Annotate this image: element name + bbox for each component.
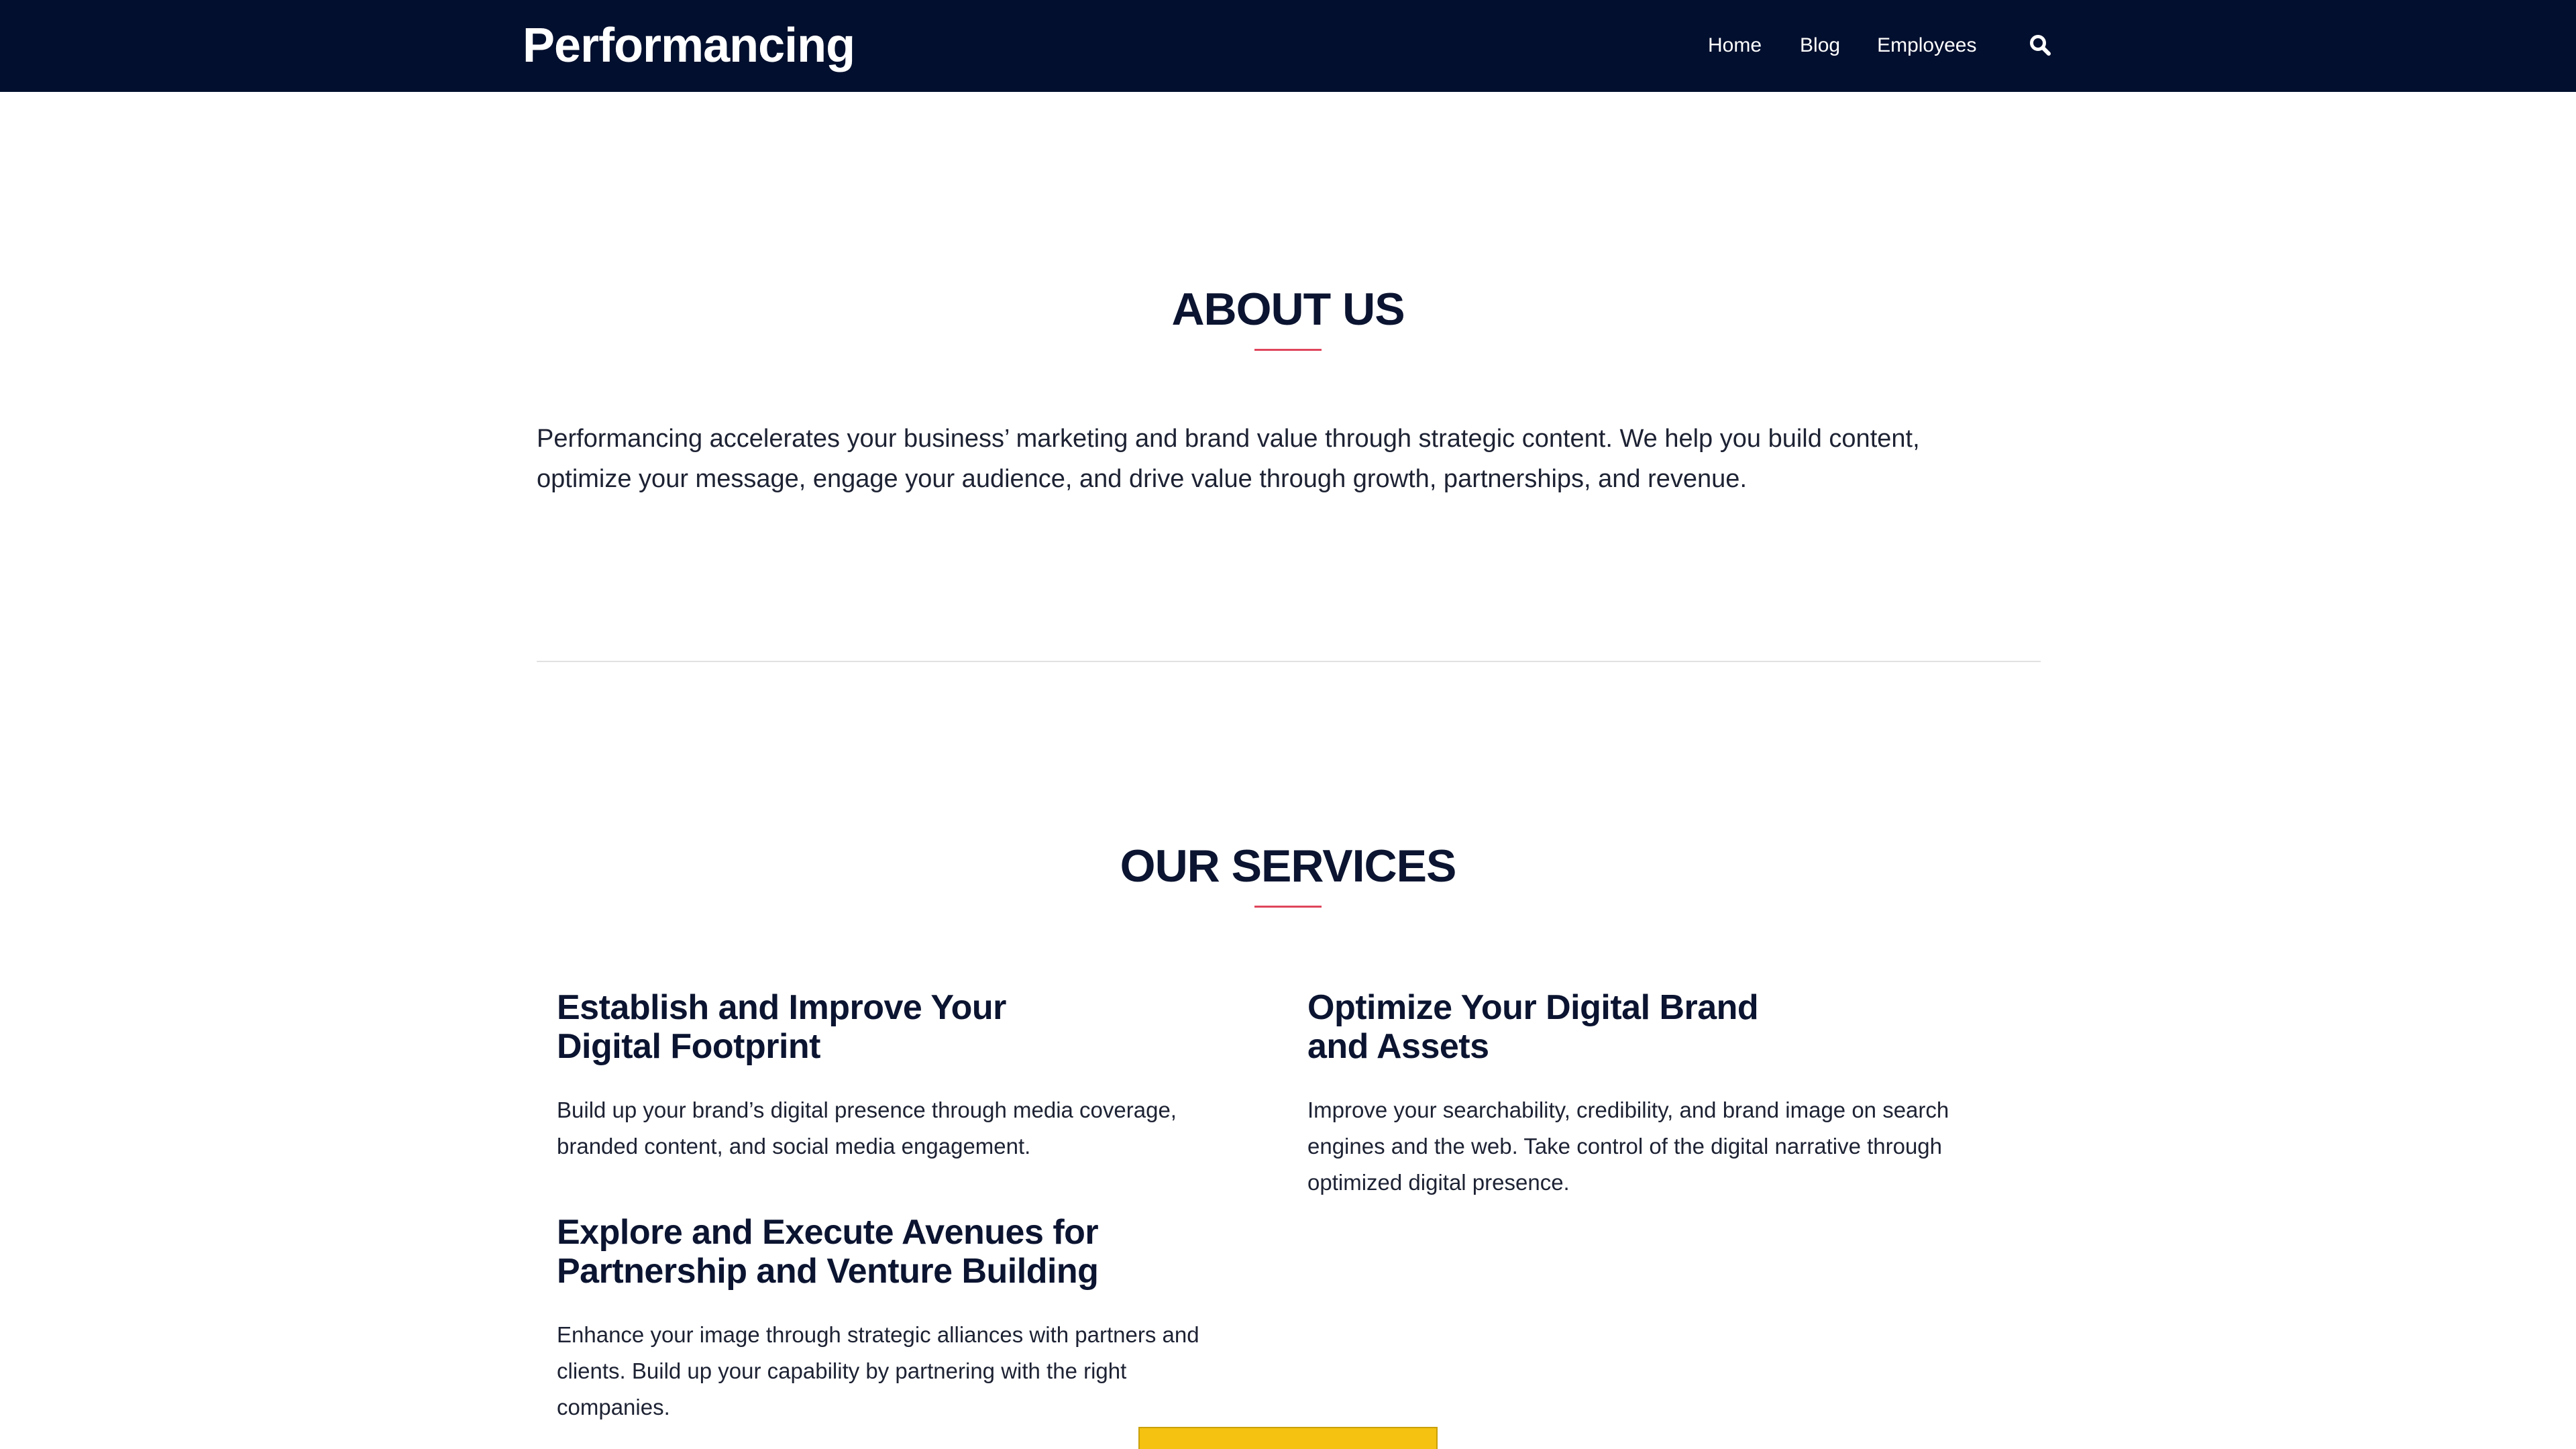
services-title-underline [1254, 906, 1322, 908]
search-button[interactable] [2029, 34, 2051, 56]
service-description: Build up your brand’s digital presence t… [557, 1097, 1177, 1159]
service-description: Improve your searchability, credibility,… [1307, 1097, 1949, 1195]
cta-button[interactable] [1138, 1427, 1438, 1449]
nav-link-employees[interactable]: Employees [1877, 32, 1976, 59]
service-heading: Explore and Execute Avenues for Partners… [557, 1213, 1099, 1291]
section-divider [537, 661, 2041, 662]
services-title: OUR SERVICES [1120, 841, 1457, 892]
about-title-underline [1254, 349, 1322, 351]
about-description-line: Performancing accelerates your business’… [537, 425, 1920, 453]
service-description: Enhance your image through strategic all… [557, 1322, 1199, 1419]
site-logo[interactable]: Performancing [523, 19, 855, 72]
service-heading: Optimize Your Digital Brand and Assets [1307, 988, 1759, 1066]
top-navigation-bar: Performancing Home Blog Employees [0, 0, 2576, 92]
nav-link-home[interactable]: Home [1708, 32, 1762, 59]
service-heading: Establish and Improve Your Digital Footp… [557, 988, 1006, 1066]
about-title: ABOUT US [1171, 284, 1405, 335]
main-nav: Home Blog Employees [1708, 32, 1976, 59]
about-description-line: optimize your message, engage your audie… [537, 465, 1747, 493]
nav-link-blog[interactable]: Blog [1800, 32, 1840, 59]
search-icon [2030, 35, 2051, 56]
about-description: Performancing accelerates your business’… [537, 419, 2053, 499]
